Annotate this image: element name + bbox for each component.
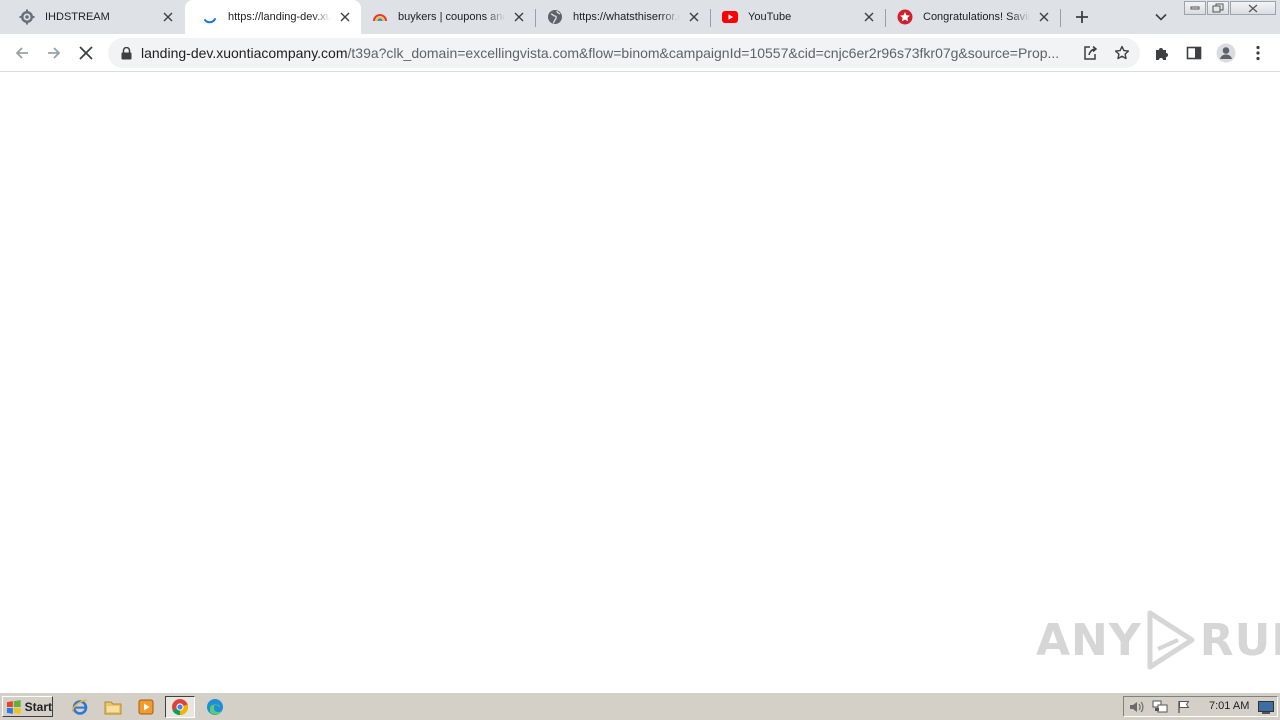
start-label: Start xyxy=(24,699,52,714)
edge-icon xyxy=(207,699,223,715)
chrome-icon xyxy=(172,699,189,716)
tab-separator xyxy=(1060,9,1061,27)
watermark-text-right: RUN xyxy=(1199,614,1280,666)
windows-taskbar: Start 7:01 AM xyxy=(0,692,1280,720)
page-content-area: ANY RUN xyxy=(0,72,1280,692)
close-window-button[interactable] xyxy=(1230,1,1276,15)
media-player-launcher[interactable] xyxy=(135,697,157,717)
tab-congratulations[interactable]: Congratulations! Saving you xyxy=(880,0,1060,34)
tab-title: buykers | coupons and deals xyxy=(398,11,505,23)
tab-title: https://landing-dev.xuontiacompany.com/t… xyxy=(228,11,331,23)
internet-explorer-launcher[interactable] xyxy=(69,697,91,717)
arrow-right-icon xyxy=(48,47,61,59)
star-icon xyxy=(1114,45,1130,60)
internet-explorer-icon xyxy=(71,699,88,715)
tab-title: Congratulations! Saving you xyxy=(923,11,1030,23)
url-host: landing-dev.xuontiacompany.com xyxy=(141,45,348,61)
tab-search-button[interactable] xyxy=(1151,7,1171,27)
media-player-icon xyxy=(138,699,154,715)
address-bar[interactable]: landing-dev.xuontiacompany.com/t39a?clk_… xyxy=(108,38,1140,68)
tab-whatsthiserror[interactable]: https://whatsthiserror.com xyxy=(530,0,710,34)
chevron-down-icon xyxy=(1155,13,1167,21)
network-icon[interactable] xyxy=(1152,699,1168,715)
tab-title: https://whatsthiserror.com xyxy=(573,11,680,23)
red-star-favicon-icon xyxy=(897,9,913,25)
vertical-dots-icon xyxy=(1256,45,1260,61)
edge-launcher[interactable] xyxy=(204,697,226,717)
tab-youtube[interactable]: YouTube xyxy=(705,0,885,34)
new-tab-button[interactable] xyxy=(1072,7,1092,27)
restore-window-button[interactable] xyxy=(1207,1,1229,15)
extensions-button[interactable] xyxy=(1148,39,1176,67)
tab-ihdstream[interactable]: IHDSTREAM xyxy=(2,0,184,34)
loading-spinner-icon xyxy=(202,9,218,25)
system-tray: 7:01 AM xyxy=(1123,696,1278,717)
url-text[interactable]: landing-dev.xuontiacompany.com/t39a?clk_… xyxy=(141,38,1069,68)
action-center-flag-icon[interactable] xyxy=(1176,699,1192,715)
watermark-text-left: ANY xyxy=(1036,614,1142,666)
side-panel-button[interactable] xyxy=(1180,39,1208,67)
volume-icon[interactable] xyxy=(1128,699,1144,715)
gear-favicon-icon xyxy=(19,9,35,25)
anyrun-watermark: ANY RUN xyxy=(1036,606,1280,674)
close-tab-icon[interactable] xyxy=(337,9,353,25)
globe-icon xyxy=(547,9,563,25)
plus-icon xyxy=(1076,11,1088,23)
tab-title: IHDSTREAM xyxy=(45,11,110,23)
close-icon xyxy=(1248,4,1258,12)
youtube-icon xyxy=(722,9,738,25)
share-icon xyxy=(1084,45,1098,60)
play-triangle-icon xyxy=(1147,610,1195,670)
minimize-window-button[interactable] xyxy=(1184,1,1206,15)
close-tab-icon[interactable] xyxy=(861,9,877,25)
start-button[interactable]: Start xyxy=(2,696,53,717)
tab-title: YouTube xyxy=(748,11,792,23)
tab-strip: IHDSTREAM https://landing-dev.xuontiacom… xyxy=(0,0,1280,34)
side-panel-icon xyxy=(1186,46,1202,60)
chrome-taskbar-button[interactable] xyxy=(165,696,195,718)
restore-icon xyxy=(1212,3,1224,13)
lock-icon[interactable] xyxy=(118,45,134,61)
url-path: /t39a?clk_domain=excellingvista.com&flow… xyxy=(347,45,1060,61)
close-icon xyxy=(79,46,93,60)
back-button[interactable] xyxy=(8,39,36,67)
windows-logo-icon xyxy=(6,699,21,714)
stop-loading-button[interactable] xyxy=(72,39,100,67)
folder-icon xyxy=(104,701,122,715)
bookmark-star-button[interactable] xyxy=(1110,41,1134,65)
tab-buykers[interactable]: buykers | coupons and deals xyxy=(355,0,535,34)
chrome-menu-button[interactable] xyxy=(1244,39,1272,67)
avatar-icon xyxy=(1216,43,1236,63)
tab-landing-dev[interactable]: https://landing-dev.xuontiacompany.com/t… xyxy=(185,0,361,34)
close-tab-icon[interactable] xyxy=(160,9,176,25)
browser-toolbar: landing-dev.xuontiacompany.com/t39a?clk_… xyxy=(0,34,1280,72)
file-explorer-launcher[interactable] xyxy=(102,697,124,717)
arrow-left-icon xyxy=(15,47,28,59)
taskbar-clock[interactable]: 7:01 AM xyxy=(1209,697,1249,716)
minimize-icon xyxy=(1190,6,1200,10)
close-tab-icon[interactable] xyxy=(1036,9,1052,25)
rainbow-favicon-icon xyxy=(372,9,388,25)
close-tab-icon[interactable] xyxy=(686,9,702,25)
puzzle-piece-icon xyxy=(1156,48,1168,60)
show-desktop-icon[interactable] xyxy=(1258,699,1274,715)
profile-button[interactable] xyxy=(1212,39,1240,67)
forward-button[interactable] xyxy=(40,39,68,67)
close-tab-icon[interactable] xyxy=(511,9,527,25)
share-button[interactable] xyxy=(1078,41,1102,65)
